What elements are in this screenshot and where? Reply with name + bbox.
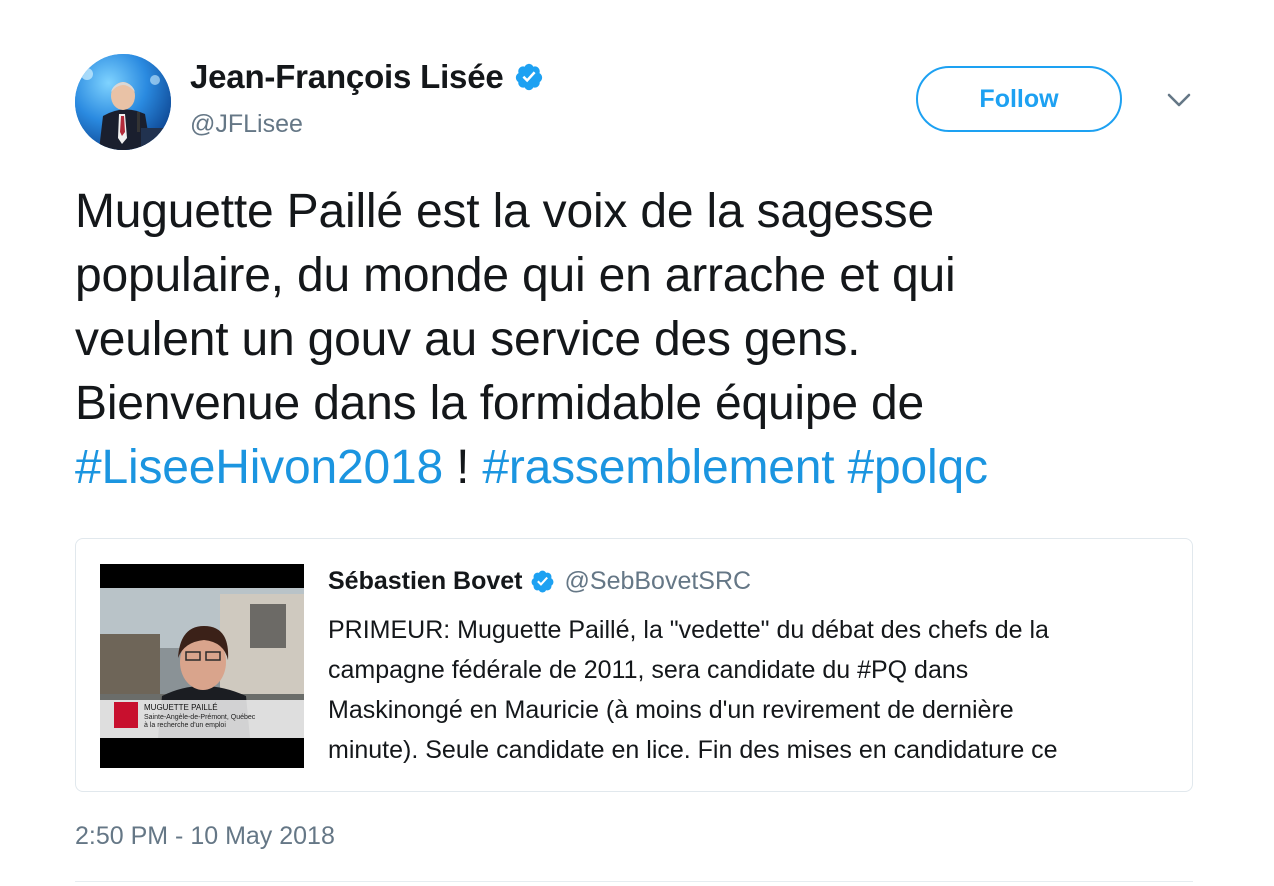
tweet-text-exclaim: ! — [442, 441, 483, 494]
verified-badge-icon — [530, 569, 555, 594]
tweet-text-line: populaire, du monde qui en arrache et qu… — [75, 249, 956, 302]
media-caption-line2: à la recherche d'un emploi — [144, 722, 226, 729]
quoted-tweet-text: PRIMEUR: Muguette Paillé, la "vedette" d… — [328, 616, 1058, 764]
tweet-text-line: Muguette Paillé est la voix de la sagess… — [75, 185, 934, 238]
tweet-hashtag-line: #LiseeHivon2018 ! #rassemblement #polqc — [75, 436, 1215, 500]
hashtag-link-rassemblement[interactable]: #rassemblement — [482, 441, 834, 494]
tweet-timestamp[interactable]: 2:50 PM - 10 May 2018 — [75, 822, 335, 851]
author-display-name[interactable]: Jean-François Lisée — [190, 58, 504, 96]
tweet-text: Muguette Paillé est la voix de la sagess… — [75, 180, 1215, 500]
hashtag-link-polqc[interactable]: #polqc — [848, 441, 988, 494]
tweet-text-space — [834, 441, 847, 494]
quoted-tweet-header: Sébastien Bovet @SebBovetSRC — [328, 567, 751, 596]
avatar[interactable] — [75, 54, 171, 150]
tweet-text-line: Bienvenue dans la formidable équipe de — [75, 377, 925, 430]
media-caption-line1: Sainte-Angèle-de-Prémont, Québec — [144, 714, 256, 721]
chevron-down-icon[interactable] — [1166, 92, 1192, 110]
quoted-author-display-name: Sébastien Bovet — [328, 567, 523, 595]
hashtag-link-liseehivon2018[interactable]: #LiseeHivon2018 — [75, 441, 443, 494]
tweet-text-line: veulent un gouv au service des gens. — [75, 313, 861, 366]
quoted-tweet-card[interactable]: MUGUETTE PAILLÉ Sainte-Angèle-de-Prémont… — [75, 538, 1193, 792]
author-handle[interactable]: @JFLisee — [190, 110, 303, 139]
quoted-tweet-media[interactable]: MUGUETTE PAILLÉ Sainte-Angèle-de-Prémont… — [100, 564, 304, 768]
author-name-row: Jean-François Lisée — [190, 58, 544, 96]
quoted-author-handle: @SebBovetSRC — [564, 567, 752, 595]
follow-button[interactable]: Follow — [916, 66, 1122, 132]
verified-badge-icon — [514, 62, 544, 92]
divider — [75, 881, 1193, 882]
media-caption-name: MUGUETTE PAILLÉ — [144, 703, 218, 712]
